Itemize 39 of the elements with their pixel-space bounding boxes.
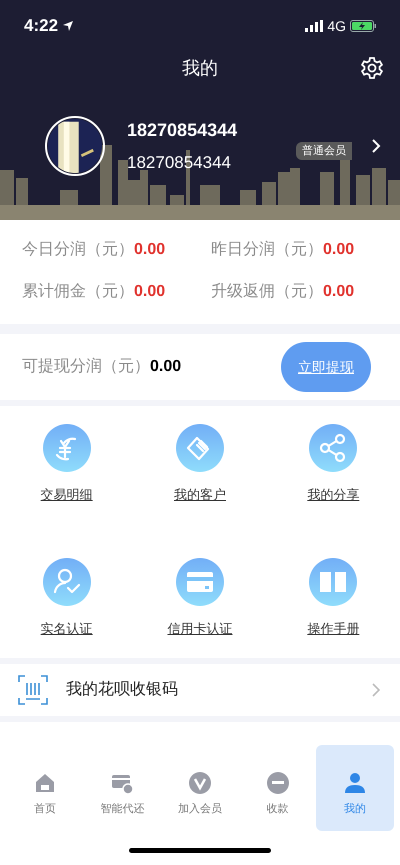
tab-item[interactable]: 加入会员 bbox=[161, 745, 239, 831]
signal-icon bbox=[305, 20, 324, 32]
stat-value: 0.00 bbox=[134, 240, 166, 260]
menu-link[interactable]: 我的分享 bbox=[307, 485, 360, 504]
menu-link[interactable]: 交易明细 bbox=[40, 485, 93, 504]
page-title: 我的 bbox=[182, 56, 218, 80]
battery-charging-icon bbox=[350, 20, 376, 32]
tab-item[interactable]: 首页 bbox=[6, 745, 84, 831]
stat-value: 0.00 bbox=[323, 282, 354, 302]
menu-link[interactable]: 信用卡认证 bbox=[167, 618, 232, 638]
tab-item[interactable]: 智能代还 bbox=[84, 745, 162, 831]
user-icon bbox=[343, 771, 368, 795]
qr-row-label[interactable]: 我的花呗收银码 bbox=[66, 678, 178, 702]
person-check-icon bbox=[42, 556, 92, 606]
withdraw-value: 0.00 bbox=[150, 357, 182, 377]
stat-label: 升级返佣（元） bbox=[211, 282, 323, 302]
stat-label: 昨日分润（元） bbox=[211, 240, 323, 260]
location-arrow-icon bbox=[62, 20, 74, 32]
status-time: 4:22 bbox=[24, 15, 58, 38]
stat-label: 累计佣金（元） bbox=[22, 282, 134, 302]
v-badge-icon bbox=[188, 771, 212, 795]
network-label: 4G bbox=[327, 16, 346, 36]
barcode-scan-icon bbox=[18, 675, 48, 705]
yuan-cycle-icon bbox=[42, 423, 92, 473]
tab-item[interactable]: 收款 bbox=[238, 745, 316, 831]
menu-link[interactable]: 我的客户 bbox=[174, 485, 226, 504]
credit-card-icon bbox=[174, 556, 225, 606]
book-icon bbox=[308, 556, 358, 606]
share-icon bbox=[308, 423, 358, 473]
stat-value: 0.00 bbox=[323, 240, 354, 260]
stat-label: 今日分润（元） bbox=[22, 240, 134, 260]
member-badge: 普通会员 bbox=[296, 142, 352, 160]
user-phone: 18270854344 bbox=[127, 152, 232, 174]
stat-value: 0.00 bbox=[134, 282, 166, 302]
withdraw-label: 可提现分润（元） bbox=[22, 356, 150, 377]
user-name: 18270854344 bbox=[127, 118, 238, 142]
settings-icon[interactable] bbox=[360, 56, 384, 80]
menu-link[interactable]: 操作手册 bbox=[307, 618, 360, 638]
menu-link[interactable]: 实名认证 bbox=[40, 618, 93, 638]
